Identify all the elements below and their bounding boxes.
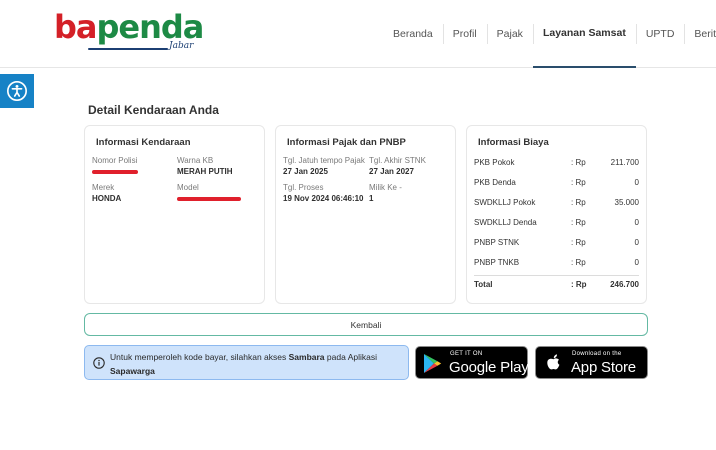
main-nav: Beranda Profil Pajak Layanan Samsat UPTD… xyxy=(383,0,716,68)
merek-label: Merek xyxy=(92,183,115,192)
back-button[interactable]: Kembali xyxy=(84,313,648,336)
page-title: Detail Kendaraan Anda xyxy=(88,103,219,117)
cost-name: PKB Denda xyxy=(474,178,516,187)
cost-divider xyxy=(474,275,639,276)
nomor-polisi-redacted xyxy=(92,170,138,174)
cost-amount: 0 xyxy=(634,238,639,247)
accessibility-icon xyxy=(7,81,27,101)
cost-amount: 0 xyxy=(634,178,639,187)
vehicle-info-title: Informasi Kendaraan xyxy=(96,137,191,148)
info-text-middle: pada Aplikasi xyxy=(324,352,377,362)
tax-info-card: Informasi Pajak dan PNBP Tgl. Jatuh temp… xyxy=(275,125,456,304)
vehicle-info-card: Informasi Kendaraan Nomor Polisi Warna K… xyxy=(84,125,265,304)
cost-name: SWDKLLJ Denda xyxy=(474,218,537,227)
cost-name: PNBP TNKB xyxy=(474,258,520,267)
accessibility-button[interactable] xyxy=(0,74,34,108)
milik-ke-value: 1 xyxy=(369,194,374,203)
cost-name: SWDKLLJ Pokok xyxy=(474,198,536,207)
cost-currency: : Rp xyxy=(571,198,586,207)
nav-item-layanan-samsat[interactable]: Layanan Samsat xyxy=(532,0,636,68)
cost-currency: : Rp xyxy=(571,218,586,227)
cost-total-currency: : Rp xyxy=(571,280,587,289)
cost-total-amount: 246.700 xyxy=(610,280,639,289)
nav-item-profil[interactable]: Profil xyxy=(442,0,487,68)
google-play-big: Google Play xyxy=(449,359,529,376)
google-play-badge[interactable]: GET IT ON Google Play xyxy=(415,346,529,379)
app-store-badge[interactable]: Download on the App Store xyxy=(535,346,648,379)
milik-ke-label: Milik Ke - xyxy=(369,183,402,192)
logo-subtitle: Jabar xyxy=(169,41,194,51)
info-icon xyxy=(93,357,105,369)
akhir-stnk-label: Tgl. Akhir STNK xyxy=(369,156,426,165)
cost-amount: 211.700 xyxy=(610,158,639,167)
proses-label: Tgl. Proses xyxy=(283,183,324,192)
cost-currency: : Rp xyxy=(571,258,586,267)
cost-info-title: Informasi Biaya xyxy=(478,137,549,148)
jatuh-tempo-value: 27 Jan 2025 xyxy=(283,167,328,176)
nav-item-uptd[interactable]: UPTD xyxy=(635,0,685,68)
google-play-small: GET IT ON xyxy=(450,351,483,357)
google-play-icon xyxy=(424,354,442,373)
sambara-link: Sambara xyxy=(288,352,325,362)
app-store-small: Download on the xyxy=(572,351,622,357)
nav-item-berita[interactable]: Berit xyxy=(684,0,716,68)
sapawarga-link: Sapawarga xyxy=(110,366,155,376)
cost-total-name: Total xyxy=(474,280,493,289)
payment-info-alert: Untuk memperoleh kode bayar, silahkan ak… xyxy=(84,345,409,380)
logo-wordmark: bapenda xyxy=(54,8,204,46)
cost-currency: : Rp xyxy=(571,178,586,187)
cost-name: PNBP STNK xyxy=(474,238,520,247)
jatuh-tempo-label: Tgl. Jatuh tempo Pajak xyxy=(283,156,365,165)
warna-kb-label: Warna KB xyxy=(177,156,214,165)
cost-amount: 35.000 xyxy=(614,198,639,207)
cost-currency: : Rp xyxy=(571,238,586,247)
merek-value: HONDA xyxy=(92,194,122,203)
cost-amount: 0 xyxy=(634,218,639,227)
info-text-before: Untuk memperoleh kode bayar, silahkan ak… xyxy=(110,352,289,362)
cost-info-card: Informasi Biaya PKB Pokok : Rp 211.700 P… xyxy=(466,125,647,304)
app-store-big: App Store xyxy=(571,359,636,376)
proses-value: 19 Nov 2024 06:46:10 xyxy=(283,194,364,203)
cost-currency: : Rp xyxy=(571,158,586,167)
tax-info-title: Informasi Pajak dan PNBP xyxy=(287,137,406,148)
akhir-stnk-value: 27 Jan 2027 xyxy=(369,167,414,176)
logo-swoosh xyxy=(88,48,168,50)
site-header: bapenda Jabar Beranda Profil Pajak Layan… xyxy=(0,0,716,68)
cost-name: PKB Pokok xyxy=(474,158,515,167)
payment-info-text: Untuk memperoleh kode bayar, silahkan ak… xyxy=(110,350,405,378)
cost-amount: 0 xyxy=(634,258,639,267)
model-label: Model xyxy=(177,183,199,192)
bapenda-logo[interactable]: bapenda Jabar xyxy=(54,10,204,54)
apple-icon xyxy=(547,354,560,370)
nav-item-beranda[interactable]: Beranda xyxy=(383,0,443,68)
nav-item-pajak[interactable]: Pajak xyxy=(486,0,533,68)
model-redacted xyxy=(177,197,241,201)
warna-kb-value: MERAH PUTIH xyxy=(177,167,233,176)
nomor-polisi-label: Nomor Polisi xyxy=(92,156,138,165)
